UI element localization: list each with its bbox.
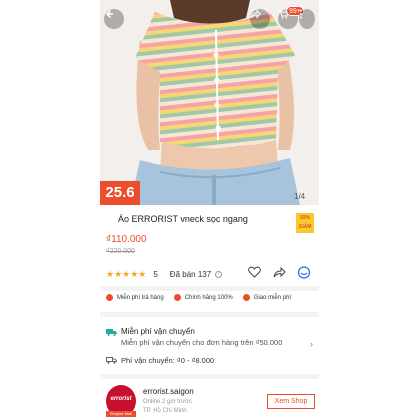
section-divider [100, 312, 319, 317]
shield-icon [173, 294, 181, 301]
product-screen: 99+ 25.6 1/4 Áo ERRORIST vneck sọc ngang… [100, 0, 319, 419]
product-photo-illustration [100, 0, 319, 205]
original-price: ₫220.000 [106, 248, 135, 255]
return-icon [106, 294, 113, 301]
share-product-icon[interactable] [273, 266, 286, 278]
shop-online-status: Online 2 giờ trước [143, 399, 192, 405]
section-divider [100, 374, 319, 379]
perks-row[interactable]: Miễn phí trả hàng Chính hãng 100% Giao m… [106, 294, 318, 301]
shop-section: errorist Shopee Mall errorist.saigon Onl… [100, 380, 319, 419]
truck-icon [106, 357, 117, 364]
product-image[interactable]: 99+ 25.6 1/4 [100, 0, 319, 205]
product-title: Áo ERRORIST vneck sọc ngang [118, 214, 248, 224]
perk-label: Chính hãng 100% [184, 294, 233, 301]
info-icon[interactable]: ? [215, 270, 223, 278]
share-icon [250, 9, 261, 19]
more-vertical-icon [300, 9, 302, 19]
share-button[interactable] [250, 9, 270, 29]
shipping-title: Miễn phí vận chuyển [121, 327, 195, 336]
back-arrow-icon [105, 9, 113, 19]
heart-icon[interactable] [248, 266, 261, 278]
section-divider [100, 286, 319, 291]
rating-value: 5 [153, 269, 158, 279]
image-page-counter: 1/4 [294, 192, 306, 201]
sold-count: Đã bán 137 [169, 269, 212, 279]
shop-name[interactable]: errorist.saigon [143, 387, 194, 396]
product-price: ₫110.000 [106, 234, 147, 245]
perk-free-delivery: Giao miễn phí [242, 294, 292, 301]
perk-authentic: Chính hãng 100% [173, 294, 233, 301]
shopee-mall-badge: Shopee Mall [106, 411, 136, 417]
shipping-fee: Phí vận chuyển: ₫0 - ₫8.000 [121, 356, 215, 365]
view-shop-button[interactable]: Xem Shop [267, 394, 315, 409]
chat-icon[interactable] [297, 266, 311, 279]
perk-free-return: Miễn phí trả hàng [106, 294, 164, 301]
sale-date-tag: 25.6 [100, 181, 140, 205]
perk-label: Miễn phí trả hàng [117, 294, 164, 301]
chevron-right-icon: › [310, 339, 313, 349]
more-button[interactable] [299, 9, 315, 29]
rating-row: ★★★★★ 5 Đã bán 137 ? [106, 266, 316, 282]
shipping-description: Miễn phí vận chuyển cho đơn hàng trên ₫5… [121, 338, 283, 347]
shipping-section[interactable]: Miễn phí vận chuyển Miễn phí vận chuyển … [106, 323, 319, 373]
shop-location: TP. Hồ Chí Minh [143, 408, 187, 414]
discount-badge: 50% GIẢM [296, 213, 314, 233]
free-shipping-truck-icon [106, 329, 117, 336]
perk-label: Giao miễn phí [253, 294, 292, 301]
back-button[interactable] [104, 9, 124, 29]
rating-stars-icon: ★★★★★ [106, 268, 147, 279]
truck-icon [242, 294, 250, 301]
